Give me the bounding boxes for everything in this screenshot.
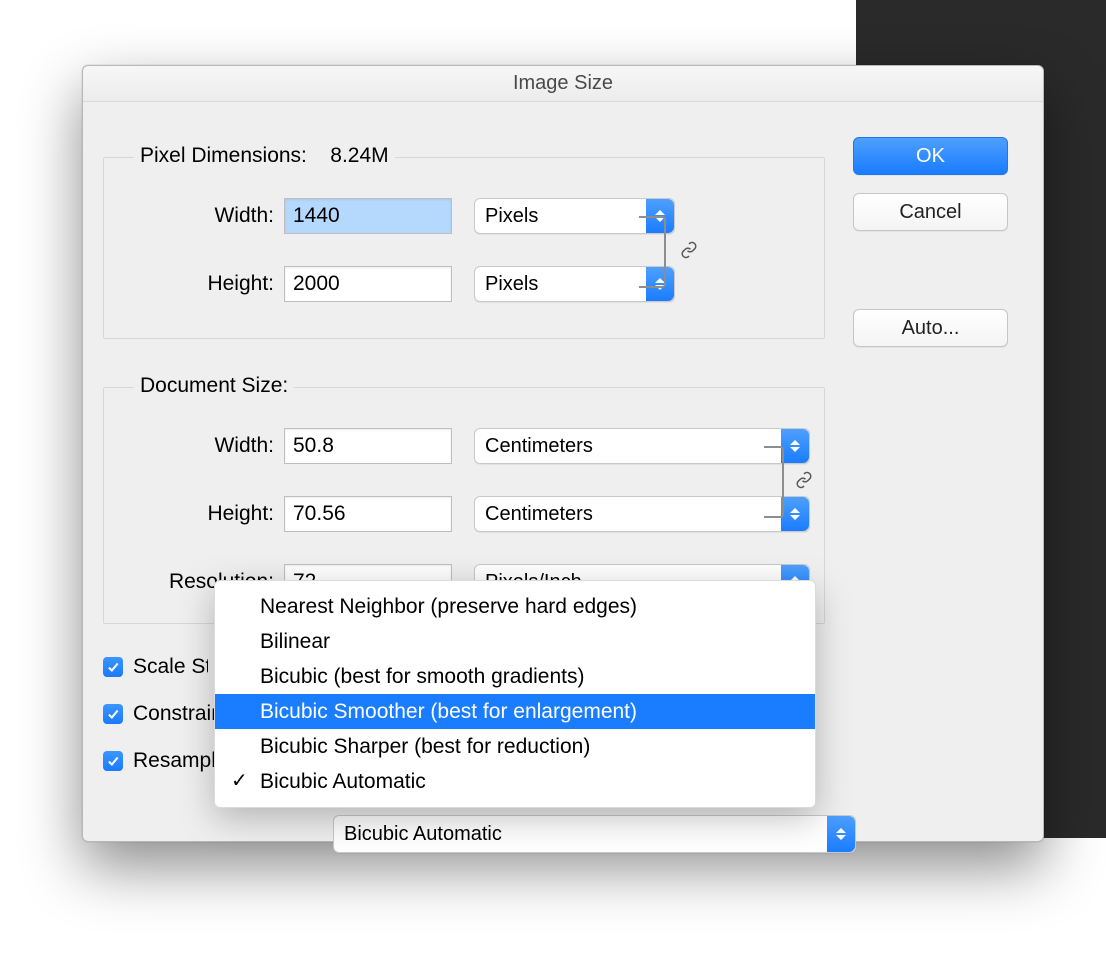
chevron-updown-icon <box>781 429 809 463</box>
dialog-title: Image Size <box>83 66 1043 102</box>
doc-height-input[interactable]: 70.56 <box>284 496 452 532</box>
pixel-dimensions-legend: Pixel Dimensions: 8.24M <box>134 144 395 168</box>
doc-link-bracket <box>764 446 784 518</box>
document-size-legend: Document Size: <box>134 374 294 398</box>
pixel-dimensions-group: Pixel Dimensions: 8.24M Width: 1440 Pixe… <box>103 157 825 339</box>
resample-option[interactable]: Bicubic Sharper (best for reduction) <box>215 729 815 764</box>
resample-image-checkbox-row: Resample Image: <box>103 749 218 773</box>
doc-height-unit-select[interactable]: Centimeters <box>474 496 810 532</box>
pixel-width-label: Width: <box>104 204 274 228</box>
pixel-width-unit-value: Pixels <box>485 205 538 228</box>
doc-width-input[interactable]: 50.8 <box>284 428 452 464</box>
resample-option[interactable]: Bicubic Smoother (best for enlargement) <box>215 694 815 729</box>
scale-styles-checkbox-row: Scale Styles <box>103 655 208 679</box>
doc-width-unit-value: Centimeters <box>485 435 593 458</box>
constrain-proportions-checkbox-row: Constrain Proportions <box>103 702 223 726</box>
chevron-updown-icon <box>781 497 809 531</box>
scale-styles-label: Scale Styles <box>133 655 208 679</box>
pixel-dimensions-size: 8.24M <box>330 144 388 167</box>
dialog-buttons: OK Cancel Auto... <box>853 137 1008 347</box>
resample-option[interactable]: Bicubic (best for smooth gradients) <box>215 659 815 694</box>
doc-height-label: Height: <box>104 502 274 526</box>
pixel-height-label: Height: <box>104 272 274 296</box>
pixel-height-input[interactable]: 2000 <box>284 266 452 302</box>
scale-styles-checkbox[interactable] <box>103 657 123 677</box>
resample-image-checkbox[interactable] <box>103 751 123 771</box>
link-icon[interactable] <box>679 240 699 260</box>
pixel-link-bracket <box>639 216 666 288</box>
resample-image-label: Resample Image: <box>133 749 218 773</box>
pixel-height-unit-value: Pixels <box>485 273 538 296</box>
pixel-dimensions-label: Pixel Dimensions: <box>140 144 307 167</box>
link-icon[interactable] <box>794 470 814 490</box>
constrain-proportions-label: Constrain Proportions <box>133 702 223 726</box>
resample-method-popup: Nearest Neighbor (preserve hard edges)Bi… <box>214 580 816 808</box>
cancel-button[interactable]: Cancel <box>853 193 1008 231</box>
resample-method-select[interactable]: Bicubic Automatic <box>333 815 856 853</box>
constrain-proportions-checkbox[interactable] <box>103 704 123 724</box>
resample-method-value: Bicubic Automatic <box>344 823 502 846</box>
ok-button[interactable]: OK <box>853 137 1008 175</box>
resample-option[interactable]: Nearest Neighbor (preserve hard edges) <box>215 589 815 624</box>
doc-width-unit-select[interactable]: Centimeters <box>474 428 810 464</box>
auto-button[interactable]: Auto... <box>853 309 1008 347</box>
doc-width-label: Width: <box>104 434 274 458</box>
chevron-updown-icon <box>827 816 855 852</box>
resample-option[interactable]: Bilinear <box>215 624 815 659</box>
doc-height-unit-value: Centimeters <box>485 503 593 526</box>
pixel-width-input[interactable]: 1440 <box>284 198 452 234</box>
resample-option[interactable]: Bicubic Automatic <box>215 764 815 799</box>
